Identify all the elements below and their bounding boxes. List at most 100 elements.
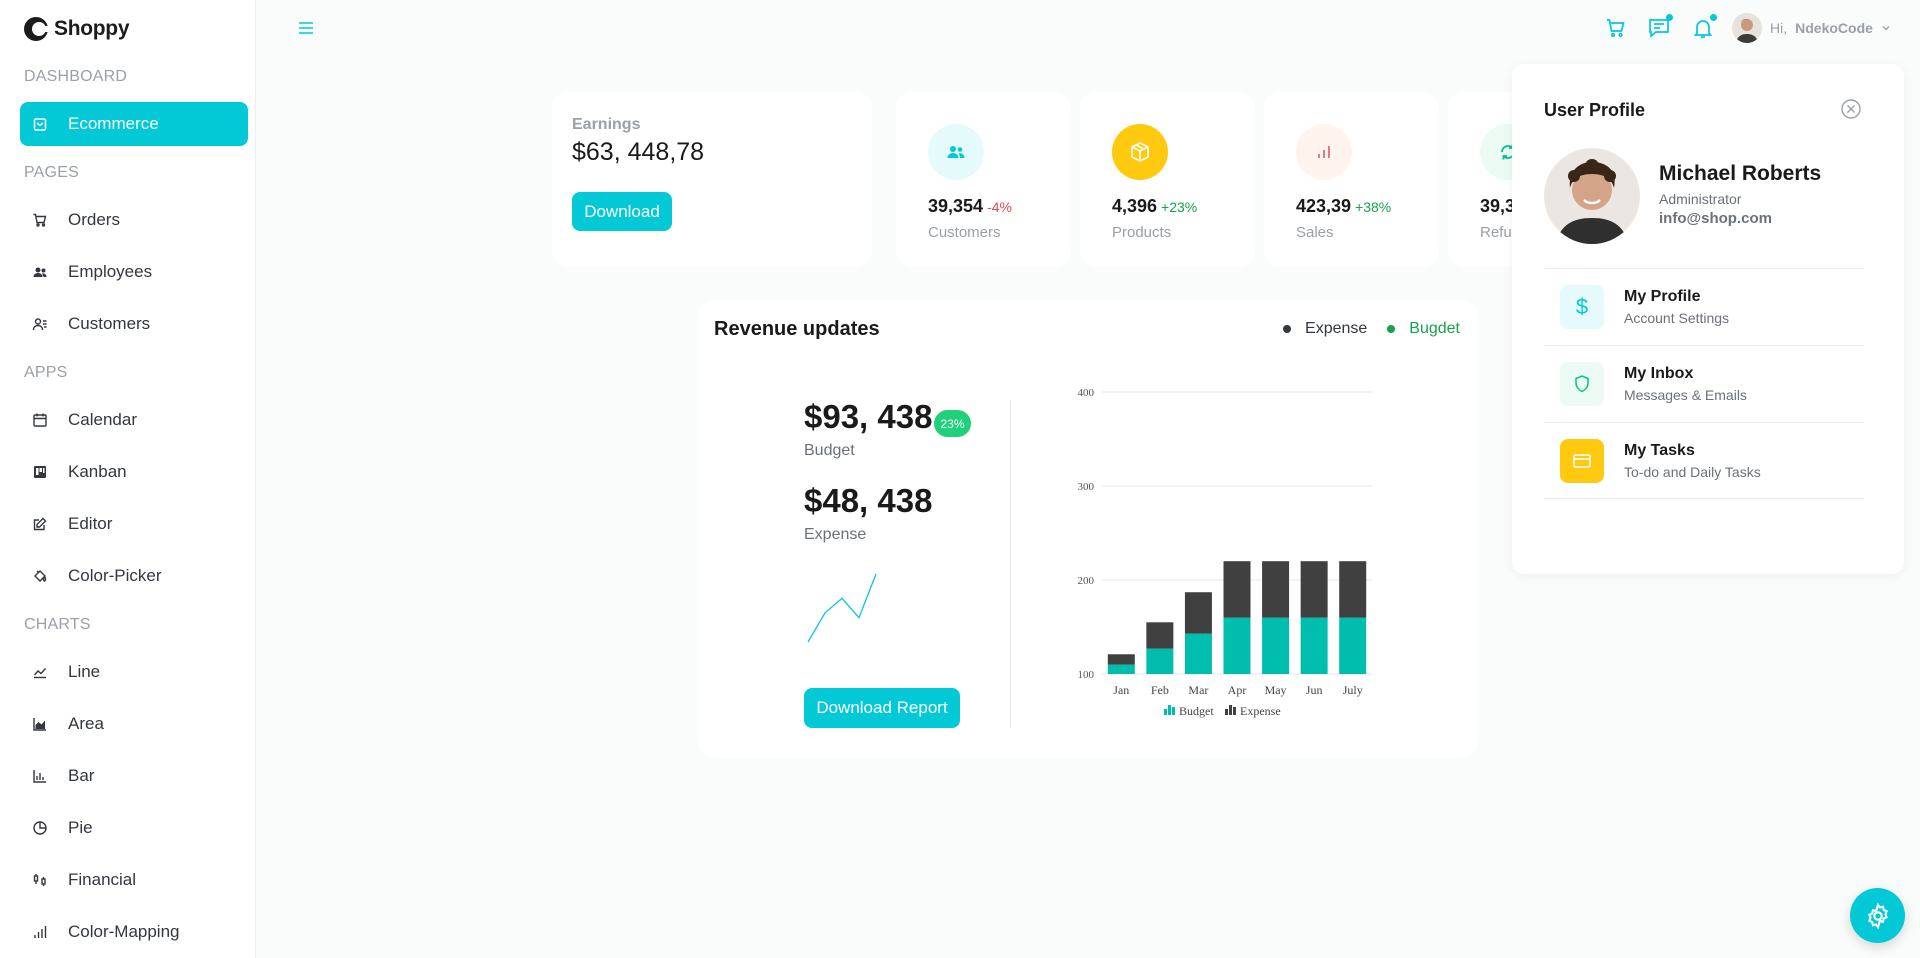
- sidebar-item-label: Color-Picker: [68, 566, 162, 585]
- stat-label: Customers: [928, 224, 1001, 241]
- notifications-button[interactable]: [1691, 14, 1717, 40]
- expense-label: Expense: [804, 526, 867, 543]
- sidebar-item-label: Ecommerce: [68, 114, 159, 133]
- bag-icon: [32, 116, 48, 132]
- section-label-dashboard: DASHBOARD: [24, 68, 128, 85]
- sidebar-item-kanban[interactable]: Kanban: [20, 450, 248, 494]
- bar-expense-jan[interactable]: [1107, 654, 1135, 665]
- settings-button[interactable]: [1850, 888, 1905, 943]
- customers-icon: [32, 316, 48, 332]
- divider: [1010, 400, 1011, 728]
- legend-expense: Expense: [1283, 320, 1367, 338]
- bar-expense-july[interactable]: [1339, 561, 1367, 618]
- bar-budget-feb[interactable]: [1146, 648, 1174, 674]
- section-label-charts: CHARTS: [24, 616, 91, 633]
- y-tick-label: 400: [1078, 387, 1095, 399]
- profile-email: info@shop.com: [1659, 210, 1772, 227]
- user-profile-panel: User Profile Michael Roberts Administrat…: [1512, 64, 1904, 574]
- bar-expense-feb[interactable]: [1146, 622, 1174, 649]
- earnings-label: Earnings: [572, 116, 641, 133]
- sidebar-item-label: Color-Mapping: [68, 922, 180, 941]
- chart-legend-expense[interactable]: Expense: [1225, 704, 1281, 718]
- sidebar-item-label: Orders: [68, 210, 120, 229]
- profile-item-subtitle: Messages & Emails: [1624, 387, 1747, 403]
- pie-chart-icon: [32, 820, 48, 836]
- x-tick-label: Feb: [1151, 683, 1169, 697]
- sidebar-item-bar[interactable]: Bar: [20, 754, 248, 798]
- profile-item-my-inbox[interactable]: My Inbox Messages & Emails: [1544, 345, 1864, 422]
- sidebar-item-calendar[interactable]: Calendar: [20, 398, 248, 442]
- profile-item-title: My Tasks: [1624, 442, 1695, 459]
- download-report-button[interactable]: Download Report: [804, 688, 960, 728]
- stat-number: 423,39: [1296, 196, 1352, 216]
- profile-title: User Profile: [1544, 100, 1646, 120]
- sidebar-item-label: Editor: [68, 514, 113, 533]
- chat-button[interactable]: [1647, 14, 1673, 40]
- x-tick-label: July: [1343, 683, 1363, 697]
- stat-value: 4,396 +23%: [1112, 196, 1197, 217]
- notification-dot: [1710, 14, 1717, 21]
- username: NdekoCode: [1795, 20, 1873, 36]
- sparkline-chart: [807, 573, 877, 643]
- chart-legend-budget[interactable]: Budget: [1164, 704, 1214, 718]
- sidebar-item-employees[interactable]: Employees: [20, 250, 248, 294]
- sidebar-item-pie[interactable]: Pie: [20, 806, 248, 850]
- bar-expense-jun[interactable]: [1300, 561, 1328, 618]
- close-icon[interactable]: [1840, 98, 1862, 120]
- stat-number: 39,354: [928, 196, 984, 216]
- user-menu[interactable]: Hi, NdekoCode: [1732, 13, 1891, 43]
- stat-value: 423,39 +38%: [1296, 196, 1391, 217]
- y-tick-label: 200: [1078, 575, 1095, 587]
- profile-item-my-profile[interactable]: $ My Profile Account Settings: [1544, 268, 1864, 345]
- bar-budget-july[interactable]: [1339, 617, 1367, 674]
- x-tick-label: Jun: [1306, 683, 1323, 697]
- sidebar-item-ecommerce[interactable]: Ecommerce: [20, 102, 248, 146]
- customers-icon[interactable]: [928, 124, 984, 180]
- sidebar-item-label: Bar: [68, 766, 95, 785]
- bar-expense-apr[interactable]: [1223, 561, 1251, 618]
- y-tick-label: 100: [1078, 669, 1095, 681]
- sales-chart-icon[interactable]: [1296, 124, 1352, 180]
- box-icon[interactable]: [1112, 124, 1168, 180]
- brand-logo[interactable]: Shoppy: [22, 14, 130, 44]
- bar-expense-may[interactable]: [1262, 561, 1290, 618]
- revenue-card: Revenue updates Expense Bugdet $93, 438 …: [698, 300, 1478, 758]
- bar-budget-mar[interactable]: [1184, 633, 1212, 674]
- shield-icon: [1560, 362, 1604, 406]
- legend-label: Expense: [1305, 320, 1368, 337]
- stat-change: +38%: [1355, 199, 1392, 215]
- bar-budget-may[interactable]: [1262, 617, 1290, 674]
- profile-item-subtitle: Account Settings: [1624, 310, 1730, 326]
- bar-budget-apr[interactable]: [1223, 617, 1251, 674]
- stat-label: Refu: [1480, 224, 1512, 241]
- sidebar-item-editor[interactable]: Editor: [20, 502, 248, 546]
- sidebar-item-label: Financial: [68, 870, 137, 889]
- revenue-legend: Expense Bugdet: [1283, 320, 1460, 338]
- stat-value: 39,354 -4%: [928, 196, 1012, 217]
- revenue-bar-chart: 100 200 300 400 Jan Feb Mar Apr May Jun July Budget…: [1078, 387, 1372, 718]
- edit-icon: [32, 516, 48, 532]
- download-button[interactable]: Download: [572, 192, 672, 231]
- bar-budget-jun[interactable]: [1300, 617, 1328, 674]
- svg-text:Expense: Expense: [1240, 704, 1281, 718]
- calendar-icon: [32, 412, 48, 428]
- sidebar-item-orders[interactable]: Orders: [20, 198, 248, 242]
- menu-toggle-icon[interactable]: [296, 18, 316, 38]
- sidebar-item-label: Employees: [68, 262, 153, 281]
- bar-expense-mar[interactable]: [1184, 592, 1212, 634]
- bar-budget-jan[interactable]: [1107, 664, 1135, 674]
- sidebar-item-line[interactable]: Line: [20, 650, 248, 694]
- profile-item-my-tasks[interactable]: My Tasks To-do and Daily Tasks: [1544, 422, 1864, 499]
- earnings-value: $63, 448,78: [572, 138, 705, 166]
- line-chart-icon: [32, 664, 48, 680]
- cart-button[interactable]: [1604, 16, 1628, 40]
- budget-percent-badge: 23%: [934, 410, 971, 437]
- profile-item-title: My Inbox: [1624, 365, 1694, 382]
- sidebar-item-color-mapping[interactable]: Color-Mapping: [20, 910, 248, 954]
- sidebar-item-customers[interactable]: Customers: [20, 302, 248, 346]
- stat-label: Products: [1112, 224, 1172, 241]
- sidebar-item-financial[interactable]: Financial: [20, 858, 248, 902]
- y-tick-label: 300: [1078, 481, 1095, 493]
- sidebar-item-color-picker[interactable]: Color-Picker: [20, 554, 248, 598]
- sidebar-item-area[interactable]: Area: [20, 702, 248, 746]
